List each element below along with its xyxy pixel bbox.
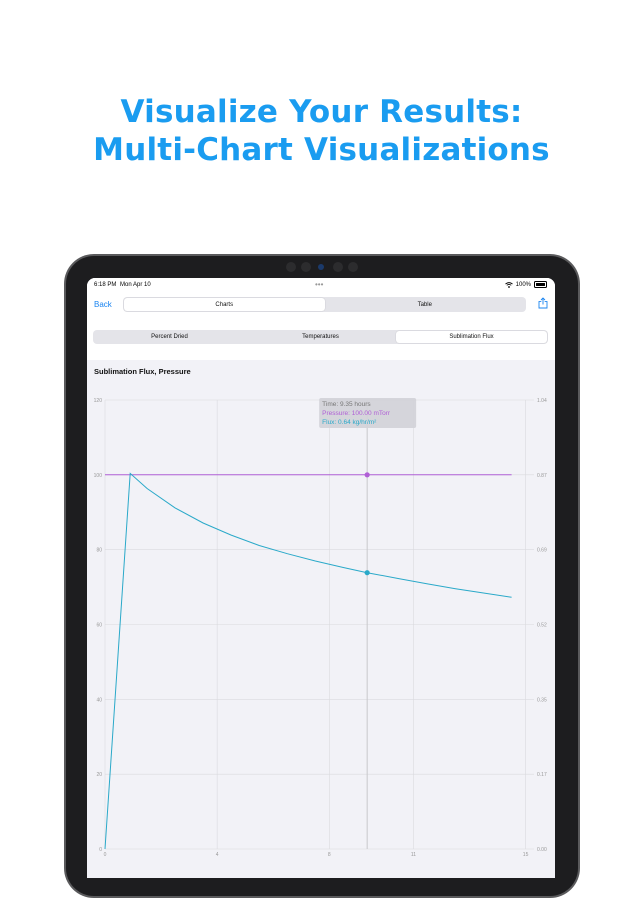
- tab-percent-dried[interactable]: Percent Dried: [94, 331, 245, 343]
- y-left-tick-label: 100: [94, 473, 103, 479]
- multitasking-dots-icon[interactable]: •••: [315, 280, 323, 289]
- battery-percent: 100%: [515, 281, 531, 288]
- tooltip-flux: Flux: 0.64 kg/hr/m²: [322, 419, 377, 426]
- y-right-tick-label: 0.35: [537, 697, 547, 703]
- sensor-dot: [286, 262, 296, 272]
- y-left-tick-label: 40: [96, 697, 102, 703]
- x-tick-label: 11: [411, 852, 416, 856]
- sublimation-flux-chart[interactable]: 0 0.0020 0.1740 0.3560 0.5280 0.69100 0.87120 1…: [87, 386, 555, 856]
- navigation-bar: Back Charts Table Percent Dried Temperat…: [87, 292, 555, 360]
- y-right-tick-label: 0.00: [537, 847, 547, 853]
- sensor-dot: [333, 262, 343, 272]
- back-button[interactable]: Back: [94, 300, 112, 309]
- tab-table[interactable]: Table: [325, 298, 526, 311]
- y-right-tick-label: 0.69: [537, 548, 547, 554]
- chart-type-segmented-control: Percent Dried Temperatures Sublimation F…: [93, 330, 548, 344]
- headline-line-1: Visualize Your Results:: [120, 94, 523, 130]
- sensor-dot: [301, 262, 311, 272]
- view-mode-segmented-control: Charts Table: [123, 297, 526, 312]
- battery-icon: [534, 281, 547, 288]
- y-left-tick-label: 80: [96, 548, 102, 554]
- x-tick-label: 15: [523, 852, 529, 856]
- flux-marker: [364, 570, 370, 576]
- tab-charts[interactable]: Charts: [124, 298, 325, 311]
- y-left-tick-label: 20: [96, 772, 102, 778]
- y-left-tick-label: 0: [99, 847, 102, 853]
- status-date: Mon Apr 10: [120, 282, 151, 288]
- status-time: 6:18 PM: [94, 282, 117, 288]
- wifi-icon: [504, 281, 513, 288]
- share-icon[interactable]: [538, 297, 548, 309]
- headline-line-2: Multi-Chart Visualizations: [93, 132, 550, 168]
- x-tick-label: 4: [216, 852, 219, 856]
- y-right-tick-label: 1.04: [537, 398, 547, 404]
- sensor-dot: [348, 262, 358, 272]
- status-bar: 6:18 PM Mon Apr 10 ••• 100%: [87, 278, 555, 292]
- y-right-tick-label: 0.87: [537, 473, 547, 479]
- y-right-tick-label: 0.17: [537, 772, 547, 778]
- y-left-tick-label: 120: [94, 398, 103, 404]
- status-indicators: 100%: [504, 281, 547, 288]
- flux-series-line: [104, 472, 512, 850]
- y-right-tick-label: 0.52: [537, 623, 547, 629]
- camera-lens: [318, 264, 324, 270]
- x-tick-label: 0: [104, 852, 107, 856]
- tab-temperatures[interactable]: Temperatures: [245, 331, 396, 343]
- y-left-tick-label: 60: [96, 623, 102, 629]
- tooltip-time: Time: 9.35 hours: [322, 401, 371, 408]
- app-screen: 6:18 PM Mon Apr 10 ••• 100% Back Charts …: [87, 278, 555, 878]
- chart-title: Sublimation Flux, Pressure: [94, 367, 191, 376]
- tab-sublimation-flux[interactable]: Sublimation Flux: [396, 331, 547, 343]
- tooltip-pressure: Pressure: 100.00 mTorr: [322, 410, 391, 417]
- pressure-marker: [364, 472, 370, 478]
- x-tick-label: 8: [328, 852, 331, 856]
